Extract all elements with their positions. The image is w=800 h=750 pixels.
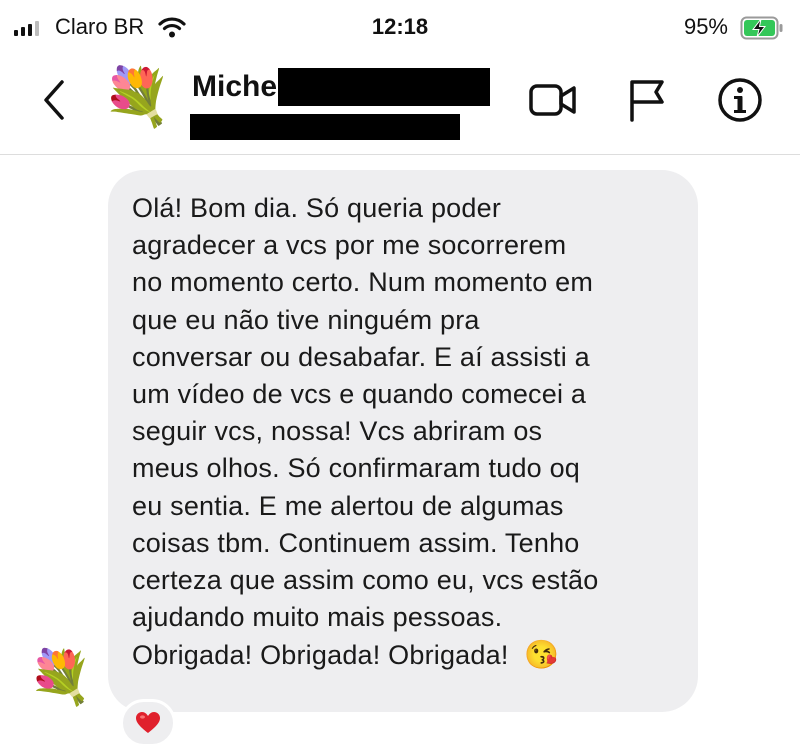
heart-icon [136,712,160,733]
message-text: Olá! Bom dia. Só queria poder agradecer … [132,190,674,675]
status-bar: Claro BR 12:18 95% [0,0,800,56]
sender-avatar[interactable]: 💐 [28,646,93,710]
chat-header: 💐 Miche [0,56,800,155]
contact-name[interactable]: Miche [192,70,277,104]
video-call-icon[interactable] [528,80,578,120]
redaction-bar [190,114,460,140]
flag-icon[interactable] [626,76,672,124]
avatar[interactable]: 💐 [102,64,172,130]
kiss-emoji: 😘 [523,639,560,671]
message-body: Olá! Bom dia. Só queria poder agradecer … [132,193,599,671]
battery-charging-icon [740,16,783,40]
message-bubble[interactable]: Olá! Bom dia. Só queria poder agradecer … [108,170,698,712]
back-icon[interactable] [36,76,76,124]
redaction-bar [278,68,490,106]
info-icon[interactable] [716,76,764,124]
clock: 12:18 [371,14,429,39]
battery-percent: 95% [683,14,728,39]
reaction-badge[interactable] [120,699,176,747]
